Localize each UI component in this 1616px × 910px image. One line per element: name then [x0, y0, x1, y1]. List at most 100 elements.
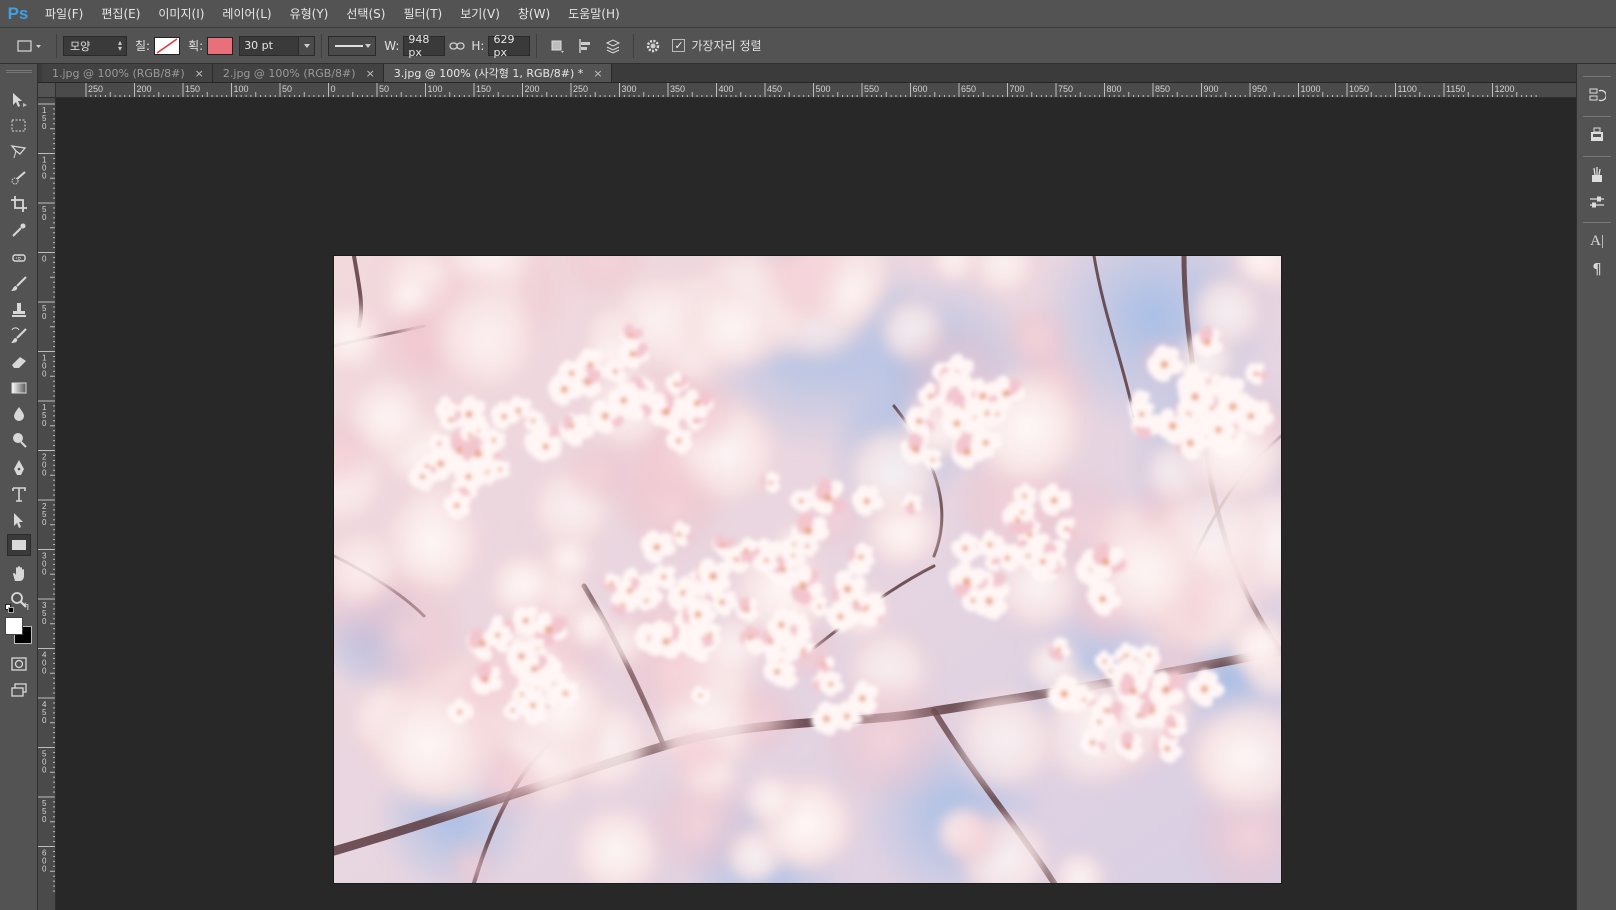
rectangle-tool[interactable]	[7, 534, 31, 556]
stroke-type-select[interactable]	[328, 35, 377, 56]
dodge-tool[interactable]	[7, 429, 31, 451]
tool-preset-picker[interactable]	[6, 35, 50, 57]
ruler-label: 50	[282, 84, 292, 94]
clone-stamp-tool[interactable]	[7, 299, 31, 321]
rectangle-shape-icon	[12, 540, 26, 550]
stamen	[491, 437, 497, 443]
stamen	[1060, 690, 1069, 698]
adjustments-panel-button[interactable]	[1585, 191, 1609, 213]
quick-selection-tool[interactable]	[7, 167, 31, 189]
stroke-size-input[interactable]: 30 pt	[239, 35, 316, 56]
ruler-origin[interactable]	[38, 83, 56, 98]
stamen	[817, 604, 822, 609]
dock-separator	[1583, 156, 1611, 157]
stamen	[1101, 557, 1110, 566]
tool-mode-select[interactable]: 모양 ▴ ▾	[63, 35, 127, 56]
ruler-label: 700	[1010, 84, 1025, 94]
document-tab-3[interactable]: 3.jpg @ 100% (사각형 1, RGB/8#) * ×	[383, 64, 612, 82]
ruler-label: 0	[42, 667, 47, 676]
history-panel-button[interactable]	[1585, 84, 1609, 106]
move-tool[interactable]	[7, 89, 31, 111]
stamen	[1099, 595, 1107, 603]
default-colors-icon[interactable]	[5, 604, 15, 614]
horizontal-ruler[interactable]: 250 200 150 100 50 0 50 100 150 200 250 300 350 400 45…	[56, 83, 1576, 98]
menu-type[interactable]: 유형(Y)	[281, 0, 338, 28]
character-panel-button[interactable]: A|	[1585, 230, 1609, 252]
marquee-tool[interactable]	[7, 115, 31, 137]
stamen	[768, 480, 774, 486]
lasso-tool[interactable]	[7, 141, 31, 163]
rectangle-tool-icon	[17, 39, 41, 52]
stamen	[1022, 493, 1028, 499]
stamen	[1002, 389, 1010, 398]
eraser-tool[interactable]	[7, 351, 31, 373]
align-left-icon	[579, 38, 591, 53]
ruler-label: 450	[767, 84, 782, 94]
link-dimensions-button[interactable]	[445, 35, 469, 57]
menu-filter[interactable]: 필터(T)	[394, 0, 451, 28]
stamen	[707, 632, 713, 638]
document-tab-bar: 1.jpg @ 100% (RGB/8#) × 2.jpg @ 100% (RG…	[38, 64, 1576, 83]
tab-label: 2.jpg @ 100% (RGB/8#)	[222, 66, 356, 80]
height-input[interactable]: 629 px	[488, 33, 531, 59]
path-operations-button[interactable]	[543, 35, 571, 57]
geometry-options-button[interactable]	[640, 35, 666, 57]
eyedropper-tool[interactable]	[7, 219, 31, 241]
stamen	[653, 543, 661, 552]
photoshop-logo: Ps	[7, 3, 29, 23]
ruler-label: 400	[719, 84, 734, 94]
menu-view[interactable]: 보기(V)	[451, 0, 509, 28]
document-image[interactable]	[334, 256, 1281, 883]
dock-grip[interactable]	[1583, 76, 1611, 77]
hand-tool[interactable]	[7, 563, 31, 585]
character-icon: A|	[1590, 232, 1604, 249]
foreground-color-swatch[interactable]	[5, 617, 23, 635]
close-icon[interactable]: ×	[195, 67, 204, 80]
stamen	[467, 432, 473, 438]
chevron-down-icon: ▴ ▾	[117, 37, 122, 53]
pen-tool[interactable]	[7, 457, 31, 479]
history-brush-tool[interactable]	[7, 325, 31, 347]
path-alignment-button[interactable]	[571, 35, 599, 57]
path-selection-tool[interactable]	[7, 509, 31, 531]
type-tool[interactable]	[7, 483, 31, 505]
brush-tool[interactable]	[7, 273, 31, 295]
fill-swatch[interactable]	[154, 36, 181, 55]
width-input[interactable]: 948 px	[403, 33, 446, 59]
paragraph-panel-button[interactable]: ¶	[1585, 258, 1609, 280]
close-icon[interactable]: ×	[593, 67, 602, 80]
screen-mode-button[interactable]	[7, 679, 31, 701]
menu-help[interactable]: 도움말(H)	[559, 0, 629, 28]
menu-edit[interactable]: 편집(E)	[92, 0, 149, 28]
close-icon[interactable]: ×	[366, 67, 375, 80]
path-arrangement-button[interactable]	[599, 35, 627, 57]
swap-colors-icon[interactable]: ↰	[22, 602, 30, 613]
stamen	[1168, 422, 1177, 430]
canvas-area[interactable]	[56, 98, 1576, 910]
gradient-tool[interactable]	[7, 377, 31, 399]
brush-presets-panel-button[interactable]	[1585, 164, 1609, 186]
stamen	[436, 441, 442, 447]
vertical-ruler[interactable]: 1501005005010015020025030035040045050055…	[38, 98, 56, 910]
panel-grip[interactable]	[6, 70, 32, 73]
layer-comps-panel-button[interactable]	[1585, 124, 1609, 146]
pen-icon	[14, 460, 24, 475]
menu-window[interactable]: 창(W)	[509, 0, 559, 28]
menu-select[interactable]: 선택(S)	[337, 0, 394, 28]
menu-layer[interactable]: 레이어(L)	[213, 0, 280, 28]
healing-brush-tool[interactable]	[7, 247, 31, 269]
default-colors-bg	[8, 607, 14, 613]
blur-tool[interactable]	[7, 403, 31, 425]
align-edges-checkbox[interactable]: ✓	[672, 39, 686, 52]
stamen	[584, 379, 592, 386]
rectangular-marquee-icon	[11, 119, 26, 132]
document-tab-1[interactable]: 1.jpg @ 100% (RGB/8#) ×	[42, 64, 213, 82]
menu-file[interactable]: 파일(F)	[36, 0, 92, 28]
crop-tool[interactable]	[7, 193, 31, 215]
menu-image[interactable]: 이미지(I)	[149, 0, 213, 28]
stamen	[453, 502, 460, 509]
ruler-label: 750	[1058, 84, 1073, 94]
stroke-swatch[interactable]	[207, 36, 234, 55]
quick-mask-button[interactable]	[7, 653, 31, 675]
document-tab-2[interactable]: 2.jpg @ 100% (RGB/8#) ×	[212, 64, 384, 82]
